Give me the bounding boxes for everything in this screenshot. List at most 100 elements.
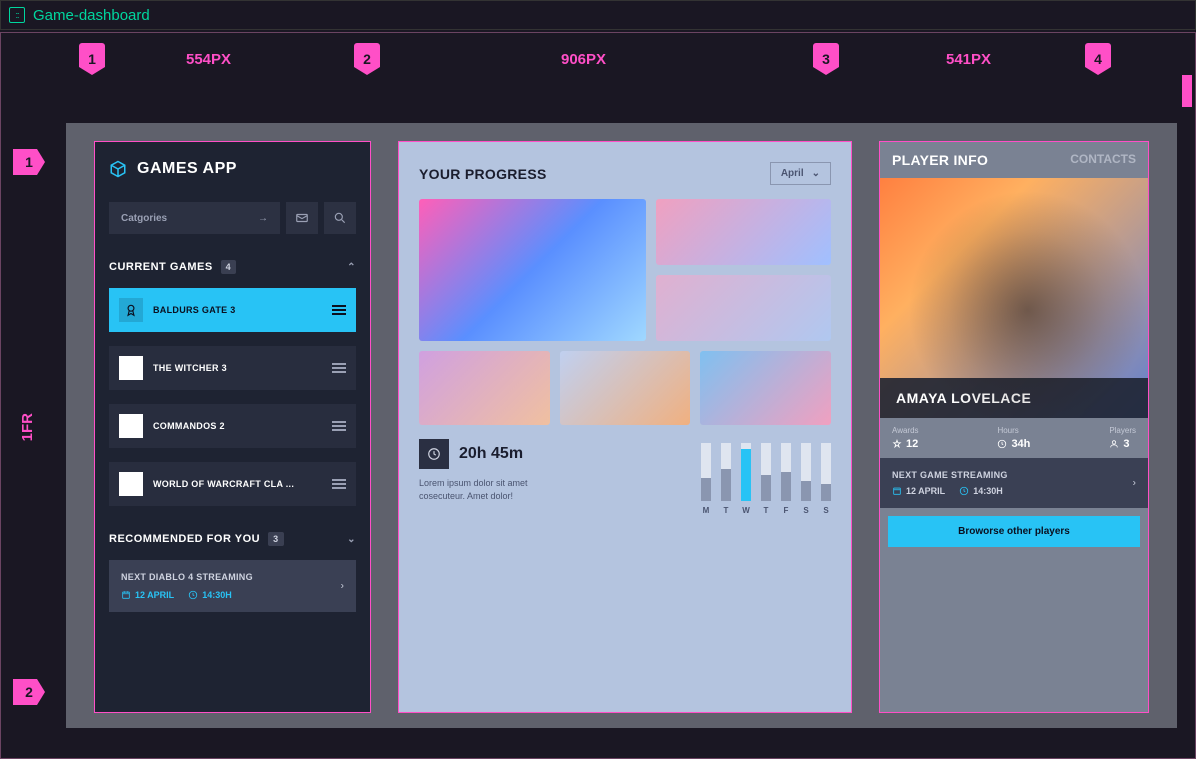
month-selector[interactable]: April ⌄: [770, 162, 831, 185]
grid-canvas[interactable]: GAMES APP Catgories → CURRENT GAMES 4: [66, 123, 1177, 728]
cube-icon: [109, 160, 127, 178]
calendar-icon: [892, 486, 902, 496]
current-games-title: CURRENT GAMES: [109, 261, 213, 273]
player-stats: Awards 12 Hours 34h Players 3: [880, 418, 1148, 458]
categories-label: Catgories: [121, 213, 167, 224]
player-name: AMAYA LOVELACE: [880, 378, 1148, 418]
search-icon: [333, 211, 347, 225]
grid-icon: [9, 7, 25, 23]
col-marker-3[interactable]: 3: [813, 43, 839, 75]
star-icon: [119, 414, 143, 438]
sidebar-title: GAMES APP: [137, 160, 237, 178]
month-label: April: [781, 168, 804, 179]
envelope-icon: [295, 211, 309, 225]
chevron-right-icon: ›: [341, 581, 344, 592]
player-info-title: PLAYER INFO: [892, 152, 988, 168]
search-button[interactable]: [324, 202, 356, 234]
bar-m[interactable]: M: [701, 443, 711, 515]
clock-icon: [997, 439, 1007, 449]
chevron-up-icon: ⌃: [347, 262, 356, 273]
game-label: BALDURS GATE 3: [153, 305, 322, 315]
arrow-right-icon: →: [258, 213, 268, 224]
row-marker-2[interactable]: 2: [13, 679, 45, 705]
menu-icon[interactable]: [332, 421, 346, 431]
menu-icon[interactable]: [332, 479, 346, 489]
current-games-header[interactable]: CURRENT GAMES 4 ⌃: [109, 260, 356, 274]
chevron-down-icon: ⌄: [812, 168, 820, 179]
thumbnail-1[interactable]: [419, 199, 646, 341]
calendar-icon: [121, 590, 131, 600]
browse-players-button[interactable]: Broworse other players: [888, 516, 1140, 547]
game-item-witcher[interactable]: THE WITCHER 3: [109, 346, 356, 390]
player-header: PLAYER INFO CONTACTS: [880, 142, 1148, 178]
game-item-wow[interactable]: WORLD OF WARCRAFT CLA ...: [109, 462, 356, 506]
thumbnail-5[interactable]: [560, 351, 691, 425]
weekly-chart: MTWTFSS: [569, 439, 831, 515]
chevron-down-icon: ⌄: [347, 534, 356, 545]
col-marker-2[interactable]: 2: [354, 43, 380, 75]
bar-s[interactable]: S: [821, 443, 831, 515]
progress-title: YOUR PROGRESS: [419, 166, 547, 182]
game-label: WORLD OF WARCRAFT CLA ...: [153, 479, 322, 489]
progress-panel: YOUR PROGRESS April ⌄: [398, 141, 852, 713]
row-marker-1[interactable]: 1: [13, 149, 45, 175]
game-label: COMMANDOS 2: [153, 421, 322, 431]
sidebar-header: GAMES APP: [109, 160, 356, 178]
users-icon: [1109, 439, 1119, 449]
chevron-right-icon: ›: [1133, 478, 1136, 489]
game-item-commandos[interactable]: COMMANDOS 2: [109, 404, 356, 448]
star-icon: [119, 472, 143, 496]
thumbnail-6[interactable]: [700, 351, 831, 425]
menu-icon[interactable]: [332, 363, 346, 373]
next-stream-card[interactable]: NEXT DIABLO 4 STREAMING 12 APRIL 14:30H …: [109, 560, 356, 612]
time-played: 20h 45m: [419, 439, 549, 469]
design-canvas: 1 554PX 2 906PX 3 541PX 4 1 1FR 2 GAMES …: [0, 32, 1196, 759]
stat-awards: Awards 12: [892, 426, 919, 450]
app-title-bar: Game-dashboard: [0, 0, 1196, 30]
col-width-2: 906PX: [561, 51, 606, 68]
progress-description: Lorem ipsum dolor sit amet cosecuteur. A…: [419, 477, 549, 502]
time-value: 20h 45m: [459, 445, 523, 463]
bar-s[interactable]: S: [801, 443, 811, 515]
col-width-1: 554PX: [186, 51, 231, 68]
next-time: 14:30H: [188, 590, 232, 600]
col-marker-edge[interactable]: [1182, 75, 1192, 107]
col-marker-1[interactable]: 1: [79, 43, 105, 75]
column-ruler: 1 554PX 2 906PX 3 541PX 4: [1, 33, 1195, 91]
player-avatar: AMAYA LOVELACE: [880, 178, 1148, 418]
next-date: 12 APRIL: [121, 590, 174, 600]
recommended-title: RECOMMENDED FOR YOU: [109, 533, 260, 545]
thumbnail-4[interactable]: [419, 351, 550, 425]
bar-f[interactable]: F: [781, 443, 791, 515]
col-width-3: 541PX: [946, 51, 991, 68]
bar-t[interactable]: T: [761, 443, 771, 515]
contacts-tab[interactable]: CONTACTS: [1070, 152, 1136, 168]
menu-icon[interactable]: [332, 305, 346, 315]
next-stream-title: NEXT GAME STREAMING: [892, 470, 1136, 480]
bar-t[interactable]: T: [721, 443, 731, 515]
sidebar-panel: GAMES APP Catgories → CURRENT GAMES 4: [94, 141, 371, 713]
inbox-button[interactable]: [286, 202, 318, 234]
thumbnail-3[interactable]: [656, 275, 831, 341]
stat-hours: Hours 34h: [997, 426, 1030, 450]
game-item-baldurs-gate[interactable]: BALDURS GATE 3: [109, 288, 356, 332]
player-panel: PLAYER INFO CONTACTS AMAYA LOVELACE Awar…: [879, 141, 1149, 713]
medal-icon: [119, 298, 143, 322]
thumbnail-2[interactable]: [656, 199, 831, 265]
star-icon: [119, 356, 143, 380]
player-next-stream[interactable]: NEXT GAME STREAMING 12 APRIL 14:30H ›: [880, 458, 1148, 508]
recommended-header[interactable]: RECOMMENDED FOR YOU 3 ⌄: [109, 532, 356, 546]
categories-button[interactable]: Catgories →: [109, 202, 280, 234]
row-ruler: 1 1FR 2: [1, 123, 51, 758]
clock-icon: [959, 486, 969, 496]
col-marker-4[interactable]: 4: [1085, 43, 1111, 75]
next-date: 12 APRIL: [892, 486, 945, 496]
sidebar-controls: Catgories →: [109, 202, 356, 234]
bar-w[interactable]: W: [741, 443, 751, 515]
clock-icon: [419, 439, 449, 469]
clock-icon: [188, 590, 198, 600]
star-icon: [892, 439, 902, 449]
row-height-1: 1FR: [19, 413, 36, 441]
game-label: THE WITCHER 3: [153, 363, 322, 373]
recommended-count: 3: [268, 532, 284, 546]
